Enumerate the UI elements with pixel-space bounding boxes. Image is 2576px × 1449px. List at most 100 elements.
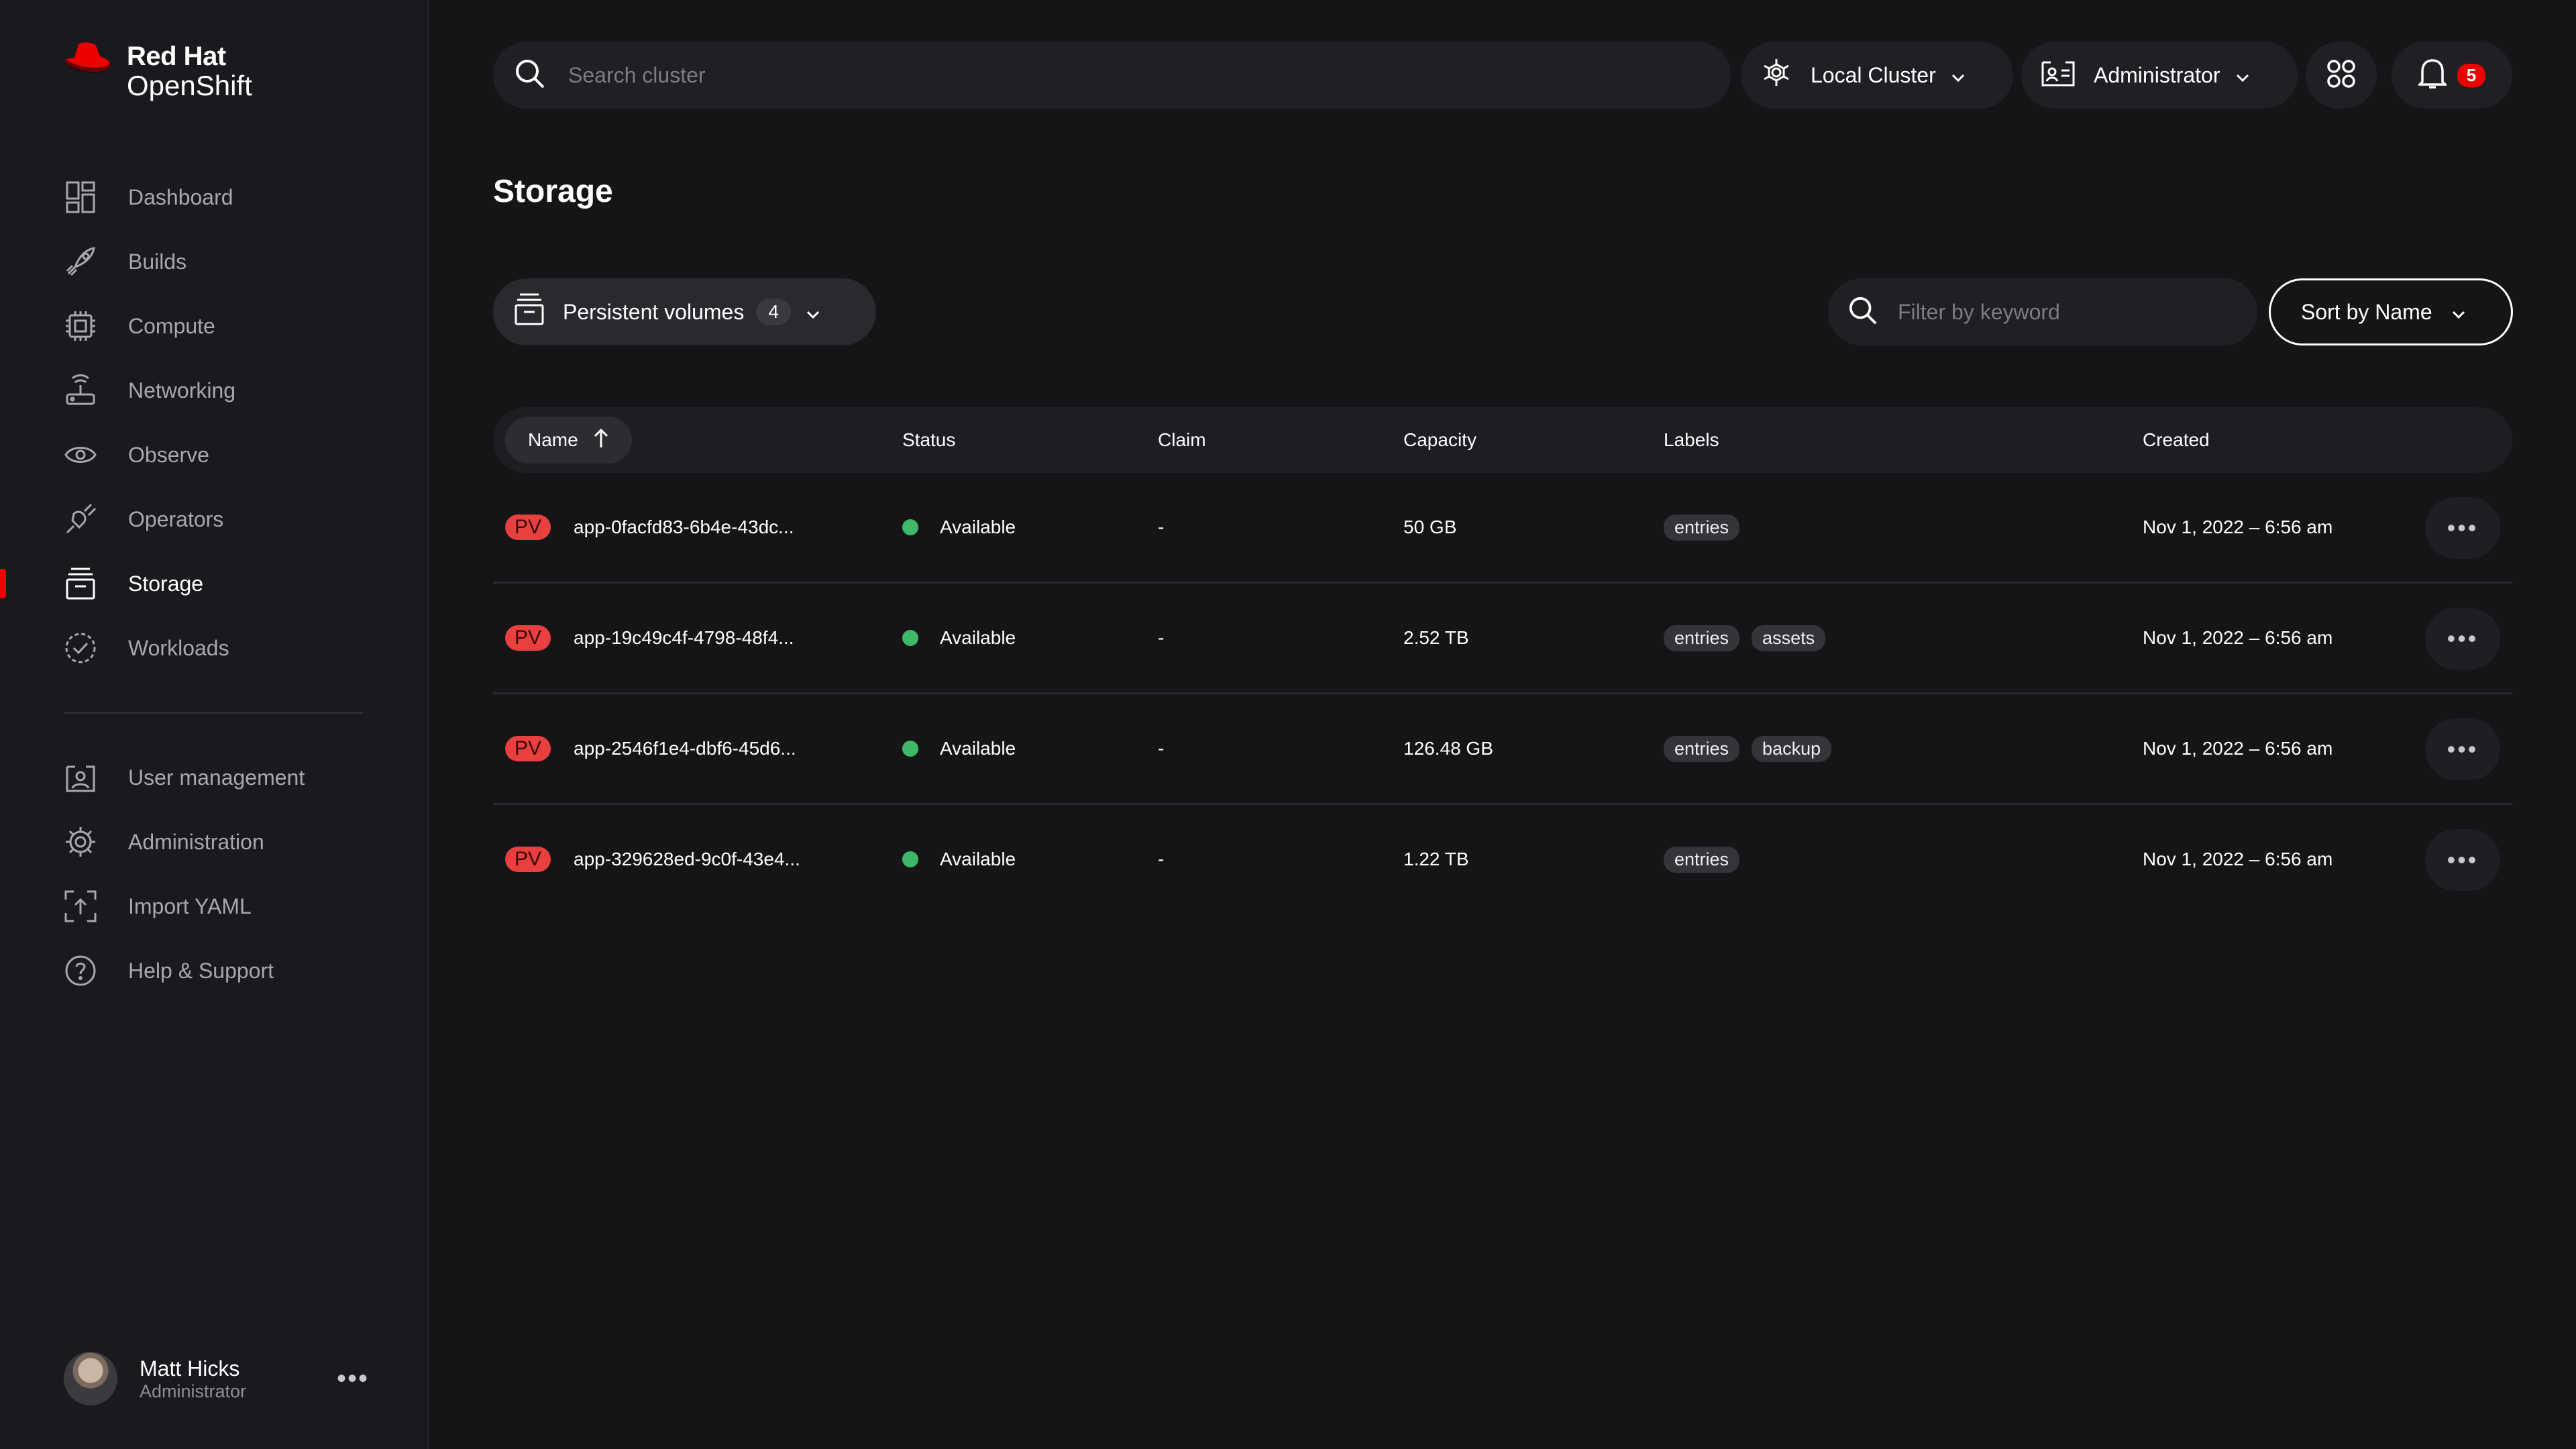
- claim-value: -: [1158, 627, 1165, 648]
- chip-icon: [64, 309, 97, 343]
- label-chip: entries: [1664, 735, 1740, 762]
- nav-item-dashboard[interactable]: Dashboard: [0, 165, 427, 229]
- nav-item-compute[interactable]: Compute: [0, 294, 427, 358]
- primary-nav: Dashboard Builds Compute Networking Obse…: [0, 165, 427, 1003]
- dashboard-icon: [64, 180, 97, 214]
- sort-button[interactable]: Sort by Name: [2269, 278, 2513, 345]
- volume-name[interactable]: app-329628ed-9c0f-43e4...: [574, 849, 800, 870]
- nav-item-import-yaml[interactable]: Import YAML: [0, 874, 427, 938]
- status-text: Available: [940, 849, 1016, 869]
- nav-item-builds[interactable]: Builds: [0, 229, 427, 294]
- red-hat-openshift-logo[interactable]: Red Hat OpenShift: [62, 42, 252, 101]
- user-icon: [64, 761, 97, 794]
- table-row[interactable]: PV app-0facfd83-6b4e-43dc... Available -…: [493, 473, 2512, 584]
- gear-icon: [64, 825, 97, 859]
- role-selector[interactable]: Administrator: [2021, 42, 2298, 109]
- table-row[interactable]: PV app-2546f1e4-dbf6-45d6... Available -…: [493, 694, 2512, 805]
- claim-value: -: [1158, 849, 1165, 869]
- column-header-capacity[interactable]: Capacity: [1403, 407, 1477, 473]
- pv-badge: PV: [505, 625, 551, 651]
- brand-line1: Red Hat: [127, 42, 226, 71]
- status-available-icon: [902, 851, 918, 867]
- check-circle-icon: [64, 631, 97, 665]
- column-header-status[interactable]: Status: [902, 407, 955, 473]
- page-title: Storage: [493, 174, 613, 209]
- column-header-name[interactable]: Name: [505, 417, 632, 464]
- search-icon: [515, 58, 545, 93]
- volume-name[interactable]: app-19c49c4f-4798-48f4...: [574, 627, 794, 649]
- app-launcher-button[interactable]: [2306, 42, 2377, 109]
- notifications-button[interactable]: 5: [2392, 42, 2512, 109]
- nav-item-workloads[interactable]: Workloads: [0, 616, 427, 680]
- status-available-icon: [902, 741, 918, 757]
- avatar[interactable]: [64, 1352, 117, 1405]
- capacity-value: 126.48 GB: [1403, 738, 1493, 759]
- created-value: Nov 1, 2022 – 6:56 am: [2143, 849, 2333, 869]
- volume-table: PV app-0facfd83-6b4e-43dc... Available -…: [493, 473, 2512, 914]
- chevron-down-icon: [806, 300, 820, 325]
- nav-item-help-support[interactable]: Help & Support: [0, 938, 427, 1003]
- user-name: Matt Hicks: [140, 1356, 240, 1381]
- table-row[interactable]: PV app-19c49c4f-4798-48f4... Available -…: [493, 584, 2512, 694]
- nav-label-user-management: User management: [128, 765, 305, 790]
- brand-line2: OpenShift: [127, 70, 252, 101]
- pv-badge: PV: [505, 736, 551, 761]
- cluster-search[interactable]: [493, 42, 1731, 109]
- nav-item-networking[interactable]: Networking: [0, 358, 427, 423]
- chevron-down-icon: [2235, 63, 2250, 88]
- user-role: Administrator: [140, 1381, 247, 1401]
- nav-label-builds: Builds: [128, 249, 187, 274]
- table-header: Name Status Claim Capacity Labels Create…: [493, 407, 2512, 473]
- status-text: Available: [940, 627, 1016, 648]
- column-label-name: Name: [528, 429, 578, 450]
- resource-type-label: Persistent volumes: [563, 299, 745, 324]
- table-row[interactable]: PV app-329628ed-9c0f-43e4... Available -…: [493, 805, 2512, 914]
- column-header-claim[interactable]: Claim: [1158, 407, 1206, 473]
- router-icon: [64, 374, 97, 407]
- volume-name[interactable]: app-0facfd83-6b4e-43dc...: [574, 517, 794, 538]
- user-more-icon[interactable]: •••: [337, 1364, 369, 1394]
- keyword-filter[interactable]: [1828, 278, 2257, 345]
- nav-item-storage[interactable]: Storage: [0, 551, 427, 616]
- volume-name[interactable]: app-2546f1e4-dbf6-45d6...: [574, 738, 796, 759]
- column-header-labels[interactable]: Labels: [1664, 407, 1719, 473]
- created-value: Nov 1, 2022 – 6:56 am: [2143, 738, 2333, 759]
- plug-icon: [64, 502, 97, 536]
- row-actions-icon[interactable]: •••: [2425, 829, 2500, 891]
- user-profile: Matt Hicks Administrator •••: [64, 1352, 369, 1405]
- chevron-down-icon: [2451, 300, 2466, 325]
- cluster-icon: [1761, 57, 1792, 93]
- pv-badge: PV: [505, 515, 551, 540]
- nav-item-observe[interactable]: Observe: [0, 423, 427, 487]
- label-chip: entries: [1664, 846, 1740, 873]
- search-input[interactable]: [567, 62, 1643, 89]
- capacity-value: 1.22 TB: [1403, 849, 1469, 869]
- status-available-icon: [902, 519, 918, 535]
- grid-icon: [2326, 59, 2356, 92]
- column-header-created[interactable]: Created: [2143, 407, 2210, 473]
- notification-count-badge: 5: [2457, 63, 2486, 87]
- nav-item-operators[interactable]: Operators: [0, 487, 427, 551]
- chevron-down-icon: [1951, 63, 1966, 88]
- nav-label-operators: Operators: [128, 506, 224, 531]
- storage-icon: [515, 293, 544, 331]
- created-value: Nov 1, 2022 – 6:56 am: [2143, 627, 2333, 648]
- cluster-label: Local Cluster: [1811, 62, 1936, 87]
- label-chip: entries: [1664, 514, 1740, 541]
- red-hat-icon: [64, 42, 111, 73]
- row-actions-icon[interactable]: •••: [2425, 718, 2500, 780]
- row-actions-icon[interactable]: •••: [2425, 497, 2500, 559]
- nav-item-administration[interactable]: Administration: [0, 810, 427, 874]
- claim-value: -: [1158, 738, 1165, 759]
- resource-type-selector[interactable]: Persistent volumes 4: [493, 278, 876, 345]
- cluster-selector[interactable]: Local Cluster: [1741, 42, 2013, 109]
- filter-input[interactable]: [1896, 299, 2248, 325]
- sort-ascending-icon: [593, 427, 609, 453]
- nav-divider: [64, 712, 363, 714]
- builds-icon: [64, 245, 97, 278]
- top-bar: Local Cluster Administrator 5: [493, 42, 2512, 109]
- nav-item-user-management[interactable]: User management: [0, 745, 427, 810]
- nav-label-administration: Administration: [128, 829, 264, 854]
- eye-icon: [64, 438, 97, 472]
- row-actions-icon[interactable]: •••: [2425, 608, 2500, 669]
